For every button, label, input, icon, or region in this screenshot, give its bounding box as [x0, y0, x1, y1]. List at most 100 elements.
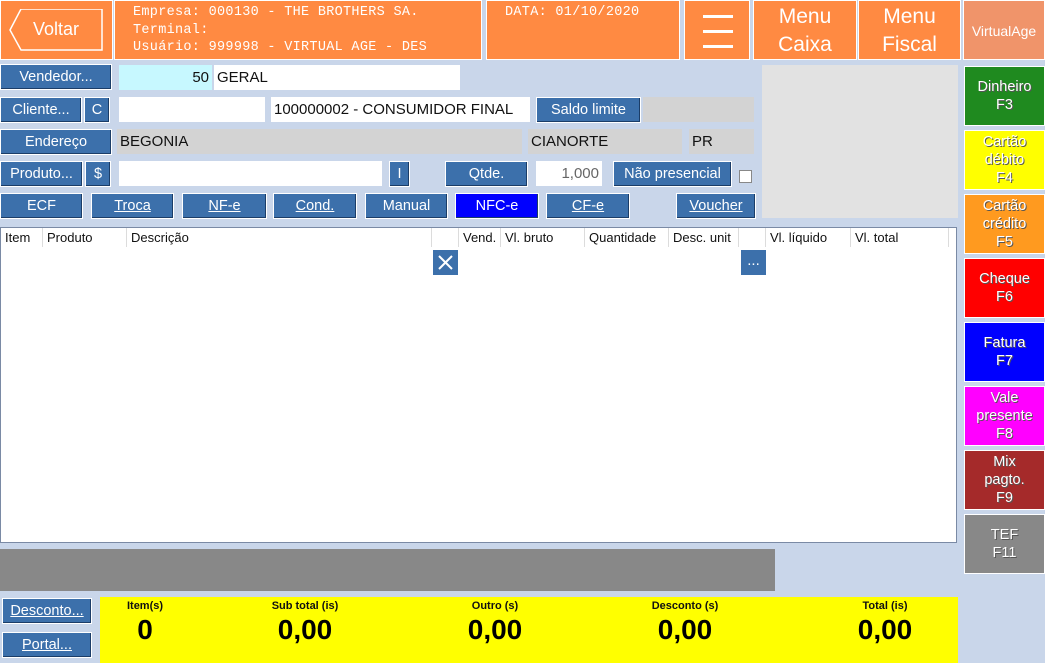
payment-button-3[interactable]: Cheque F6 [964, 258, 1045, 318]
itens-value: 0 [137, 614, 153, 645]
back-label: Voltar [33, 19, 80, 39]
menu-caixa-line1: Menu [778, 5, 832, 28]
voucher-button[interactable]: Voucher [676, 193, 756, 219]
payment-label-line: F11 [992, 545, 1017, 561]
payment-label-line: TEF [990, 527, 1019, 543]
hamburger-menu-button[interactable] [684, 0, 750, 60]
cfe-button[interactable]: CF-e [546, 193, 630, 219]
payment-button-7[interactable]: TEF F11 [964, 514, 1045, 574]
payment-label-line: F7 [996, 353, 1013, 369]
vendedor-code-field[interactable]: 50 [119, 65, 212, 90]
payment-label-line: F6 [996, 289, 1013, 305]
total-label: Total (is) [862, 600, 908, 612]
payment-label-line: Mix [993, 454, 1016, 470]
session-info: Empresa: 000130 - THE BROTHERS SA. Termi… [114, 0, 482, 60]
payment-label-line: F3 [996, 97, 1013, 113]
col-quantidade: Quantidade [585, 228, 669, 247]
brand-logo: VirtualAge [963, 0, 1045, 60]
endereco-button[interactable]: Endereço [0, 129, 112, 155]
terminal-text: Terminal: [133, 22, 209, 38]
produto-button[interactable]: Produto... [0, 161, 83, 187]
totals-panel: Item(s) 0 Sub total (is) 0,00 Outro (s) … [100, 597, 958, 663]
desconto-total: Desconto (s) 0,00 [620, 597, 750, 646]
qtde-button[interactable]: Qtde. [445, 161, 528, 187]
col-vl-liquido: Vl. líquido [766, 228, 851, 247]
payment-button-6[interactable]: Mix pagto. F9 [964, 450, 1045, 510]
outro-value: 0,00 [467, 614, 523, 645]
troca-button[interactable]: Troca [91, 193, 174, 219]
cliente-c-button[interactable]: C [84, 97, 110, 123]
remove-item-button[interactable] [432, 249, 459, 276]
product-image-panel [762, 65, 958, 218]
uf-field: PR [689, 129, 754, 154]
col-descricao: Descrição [127, 228, 432, 247]
subtotal-value: 0,00 [277, 614, 333, 645]
payment-button-5[interactable]: Vale presente F8 [964, 386, 1045, 446]
payment-label-line: crédito [982, 216, 1027, 232]
nao-presencial-checkbox[interactable] [739, 170, 752, 183]
back-button[interactable]: Voltar [0, 0, 113, 60]
total-value: 0,00 [857, 614, 913, 645]
message-bar [0, 549, 775, 591]
items-table[interactable]: Item Produto Descrição Vend. Vl. bruto Q… [0, 227, 957, 543]
saldo-limite-field [643, 97, 754, 122]
manual-button[interactable]: Manual [365, 193, 448, 219]
payment-button-4[interactable]: Fatura F7 [964, 322, 1045, 382]
cond-button[interactable]: Cond. [273, 193, 357, 219]
menu-caixa-line2: Caixa [778, 33, 832, 56]
payment-label-line: pagto. [984, 472, 1025, 488]
col-desc-unit: Desc. unit [669, 228, 739, 247]
nfce-button[interactable]: NFC-e [455, 193, 539, 219]
payment-label-line: Cartão [982, 134, 1027, 150]
col-vl-total: Vl. total [851, 228, 949, 247]
payment-label-line: F9 [996, 490, 1013, 506]
menu-fiscal-button[interactable]: Menu Fiscal [858, 0, 961, 60]
more-options-button[interactable]: ... [740, 249, 767, 276]
empresa-text: Empresa: 000130 - THE BROTHERS SA. [133, 5, 419, 20]
payment-label-line: Cartão [982, 198, 1027, 214]
hamburger-icon-bar [703, 45, 733, 48]
payment-label-line: débito [984, 152, 1025, 168]
payment-label-line: F4 [996, 170, 1013, 186]
vendedor-name-field: GERAL [214, 65, 460, 90]
payment-label-line: Vale [990, 390, 1019, 406]
saldo-limite-button[interactable]: Saldo limite [536, 97, 641, 123]
payment-label-line: Fatura [983, 335, 1026, 351]
qtde-field[interactable]: 1,000 [536, 161, 602, 186]
payment-label-line: Cheque [979, 271, 1030, 287]
outro-total: Outro (s) 0,00 [430, 597, 560, 646]
date-text: DATA: 01/10/2020 [486, 0, 680, 60]
endereco-field: BEGONIA [117, 129, 522, 154]
payment-button-0[interactable]: Dinheiro F3 [964, 66, 1045, 126]
payment-label-line: Dinheiro [977, 79, 1032, 95]
menu-caixa-button[interactable]: Menu Caixa [753, 0, 857, 60]
cliente-code-field[interactable] [119, 97, 265, 122]
desconto-button[interactable]: Desconto... [2, 598, 92, 624]
portal-button[interactable]: Portal... [2, 632, 92, 658]
desconto-total-label: Desconto (s) [651, 600, 719, 612]
payment-label-line: F8 [996, 426, 1013, 442]
payment-button-2[interactable]: Cartão crédito F5 [964, 194, 1045, 254]
col-produto: Produto [43, 228, 127, 247]
subtotal-label: Sub total (is) [271, 600, 339, 612]
desconto-total-value: 0,00 [657, 614, 713, 645]
produto-info-button[interactable]: I [389, 161, 410, 187]
col-remove [432, 228, 459, 247]
cliente-button[interactable]: Cliente... [0, 97, 82, 123]
menu-fiscal-line1: Menu [883, 5, 936, 28]
vendedor-button[interactable]: Vendedor... [0, 64, 112, 90]
itens-total: Item(s) 0 [100, 597, 190, 646]
col-more [739, 228, 766, 247]
produto-input[interactable] [119, 161, 382, 186]
ecf-button[interactable]: ECF [0, 193, 83, 219]
col-item: Item [1, 228, 43, 247]
col-vend: Vend. [459, 228, 501, 247]
col-vl-bruto: Vl. bruto [501, 228, 585, 247]
subtotal: Sub total (is) 0,00 [240, 597, 370, 646]
produto-price-button[interactable]: $ [85, 161, 111, 187]
nao-presencial-button[interactable]: Não presencial [613, 161, 732, 187]
cliente-name-field: 100000002 - CONSUMIDOR FINAL [271, 97, 530, 122]
hamburger-icon [703, 15, 733, 18]
nfe-button[interactable]: NF-e [182, 193, 267, 219]
payment-button-1[interactable]: Cartão débito F4 [964, 130, 1045, 190]
